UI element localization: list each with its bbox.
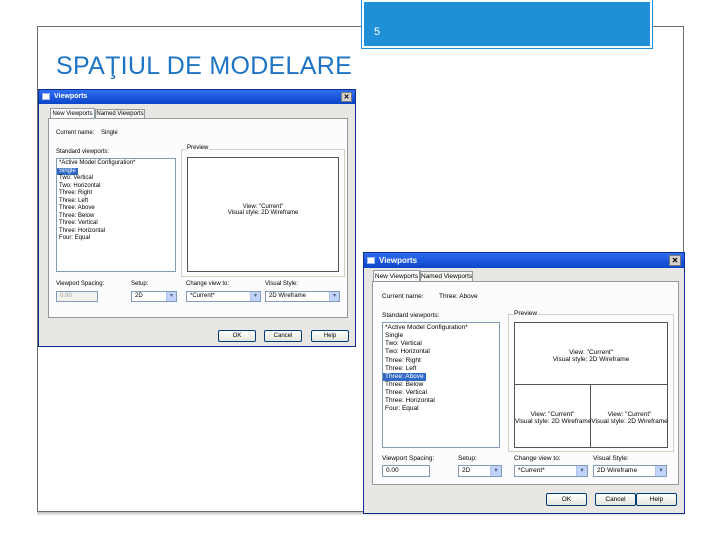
viewport-bottom-left: View: "Current" Visual style: 2D Wirefra…	[515, 411, 592, 425]
setup-label: Setup:	[458, 455, 477, 462]
list-item[interactable]: Three: Horizontal	[383, 397, 499, 405]
list-item[interactable]: Three: Above	[57, 205, 175, 213]
viewport-top: View: "Current" Visual style: 2D Wirefra…	[515, 349, 667, 363]
viewport-single: View: "Current" Visual style: 2D Wirefra…	[188, 204, 338, 216]
help-button[interactable]: Help	[311, 330, 349, 342]
list-item[interactable]: Two: Vertical	[57, 175, 175, 183]
viewports-app-icon	[42, 93, 50, 100]
current-name-label: Current name:	[382, 293, 424, 300]
list-item[interactable]: Three: Below	[57, 213, 175, 221]
list-item[interactable]: Single	[383, 332, 499, 340]
viewport-view-text: View: "Current"	[607, 411, 652, 418]
chevron-down-icon[interactable]: ▾	[490, 466, 501, 476]
standard-viewports-list[interactable]: *Active Model Configuration* Single Two:…	[56, 158, 176, 272]
viewport-style-text: Visual style: 2D Wireframe	[591, 418, 668, 425]
preview-label: Preview	[186, 145, 210, 151]
change-view-label: Change view to:	[186, 281, 230, 287]
setup-value: 2D	[462, 467, 471, 474]
chevron-down-icon[interactable]: ▾	[166, 292, 176, 301]
dialog-title: Viewports	[54, 93, 88, 100]
chevron-down-icon[interactable]: ▾	[250, 292, 260, 301]
list-item[interactable]: Two: Horizontal	[57, 183, 175, 191]
list-item[interactable]: Three: Horizontal	[57, 228, 175, 236]
viewports-app-icon	[367, 257, 375, 264]
ok-button[interactable]: OK	[218, 330, 256, 342]
close-icon[interactable]: ✕	[341, 92, 352, 102]
list-item[interactable]: Four: Equal	[57, 235, 175, 243]
list-item-selected[interactable]: Three: Above	[383, 372, 426, 381]
current-name-value: Three: Above	[439, 293, 478, 300]
change-view-select[interactable]: *Current* ▾	[186, 291, 261, 302]
visual-style-label: Visual Style:	[593, 455, 629, 462]
list-item[interactable]: Three: Left	[57, 198, 175, 206]
page-number-badge: 5	[362, 0, 652, 48]
viewports-dialog-single: Viewports ✕ New Viewports Named Viewport…	[38, 89, 356, 347]
viewport-spacing-input[interactable]: 0.00	[56, 291, 98, 302]
preview-group: Preview View: "Current" Visual style: 2D…	[181, 145, 345, 277]
new-viewports-panel: Current name: Single Standard viewports:…	[48, 118, 348, 318]
list-item[interactable]: Three: Left	[383, 365, 499, 373]
preview-group: Preview View: "Current" Visual style: 2D…	[508, 310, 674, 452]
chevron-down-icon[interactable]: ▾	[576, 466, 587, 476]
viewport-style-text: Visual style: 2D Wireframe	[515, 418, 592, 425]
visual-style-value: 2D Wireframe	[269, 293, 307, 299]
viewport-style-text: Visual style: 2D Wireframe	[552, 356, 630, 363]
cancel-button[interactable]: Cancel	[264, 330, 302, 342]
change-view-value: *Current*	[518, 467, 545, 474]
ok-button[interactable]: OK	[546, 493, 587, 506]
viewport-view-text: View: "Current"	[530, 411, 575, 418]
viewport-divider-horizontal	[515, 384, 667, 385]
viewport-spacing-input[interactable]: 0.00	[382, 465, 430, 477]
preview-pane: View: "Current" Visual style: 2D Wirefra…	[187, 157, 339, 272]
setup-select[interactable]: 2D ▾	[131, 291, 177, 302]
standard-viewports-list[interactable]: *Active Model Configuration* Single Two:…	[382, 322, 500, 448]
current-name-value: Single	[101, 130, 118, 136]
list-item[interactable]: *Active Model Configuration*	[57, 160, 175, 168]
list-item[interactable]: Three: Below	[383, 381, 499, 389]
preview-label: Preview	[513, 310, 539, 317]
list-item[interactable]: Three: Vertical	[57, 220, 175, 228]
setup-label: Setup:	[131, 281, 149, 287]
chevron-down-icon[interactable]: ▾	[329, 292, 339, 301]
chevron-down-icon[interactable]: ▾	[655, 466, 666, 476]
viewport-view-text: View: "Current"	[569, 349, 613, 356]
viewport-spacing-value: 0.00	[60, 293, 72, 299]
viewport-spacing-label: Viewport Spacing:	[382, 455, 435, 462]
standard-viewports-label: Standard viewports:	[56, 149, 110, 155]
close-icon[interactable]: ✕	[669, 255, 681, 266]
dialog-title: Viewports	[379, 256, 418, 265]
standard-viewports-label: Standard viewports:	[382, 312, 440, 319]
help-button[interactable]: Help	[636, 493, 677, 506]
dialog-titlebar[interactable]: Viewports ✕	[39, 90, 355, 104]
list-item[interactable]: Two: Vertical	[383, 340, 499, 348]
cancel-button[interactable]: Cancel	[595, 493, 636, 506]
list-item-selected[interactable]: Single	[57, 167, 78, 175]
viewports-dialog-three-above: Viewports ✕ New Viewports Named Viewport…	[363, 252, 685, 514]
slide-title: SPAŢIUL DE MODELARE	[56, 52, 353, 80]
change-view-select[interactable]: *Current* ▾	[514, 465, 588, 477]
list-item[interactable]: *Active Model Configuration*	[383, 324, 499, 332]
preview-pane: View: "Current" Visual style: 2D Wirefra…	[514, 322, 668, 448]
visual-style-select[interactable]: 2D Wireframe ▾	[593, 465, 667, 477]
list-item[interactable]: Four: Equal	[383, 405, 499, 413]
current-name-label: Current name:	[56, 130, 95, 136]
setup-value: 2D	[135, 293, 143, 299]
visual-style-select[interactable]: 2D Wireframe ▾	[265, 291, 340, 302]
visual-style-value: 2D Wireframe	[597, 467, 638, 474]
viewport-spacing-label: Viewport Spacing:	[56, 281, 105, 287]
list-item[interactable]: Three: Vertical	[383, 389, 499, 397]
list-item[interactable]: Three: Right	[57, 190, 175, 198]
viewport-style-text: Visual style: 2D Wireframe	[227, 210, 299, 216]
viewport-spacing-value: 0.00	[386, 467, 399, 474]
change-view-value: *Current*	[190, 293, 215, 299]
new-viewports-panel: Current name: Three: Above Standard view…	[372, 281, 679, 485]
page-number: 5	[374, 26, 381, 38]
visual-style-label: Visual Style:	[265, 281, 298, 287]
viewport-bottom-right: View: "Current" Visual style: 2D Wirefra…	[591, 411, 668, 425]
list-item[interactable]: Three: Right	[383, 357, 499, 365]
dialog-titlebar[interactable]: Viewports ✕	[364, 253, 684, 268]
change-view-label: Change view to:	[514, 455, 561, 462]
list-item[interactable]: Two: Horizontal	[383, 348, 499, 356]
setup-select[interactable]: 2D ▾	[458, 465, 502, 477]
